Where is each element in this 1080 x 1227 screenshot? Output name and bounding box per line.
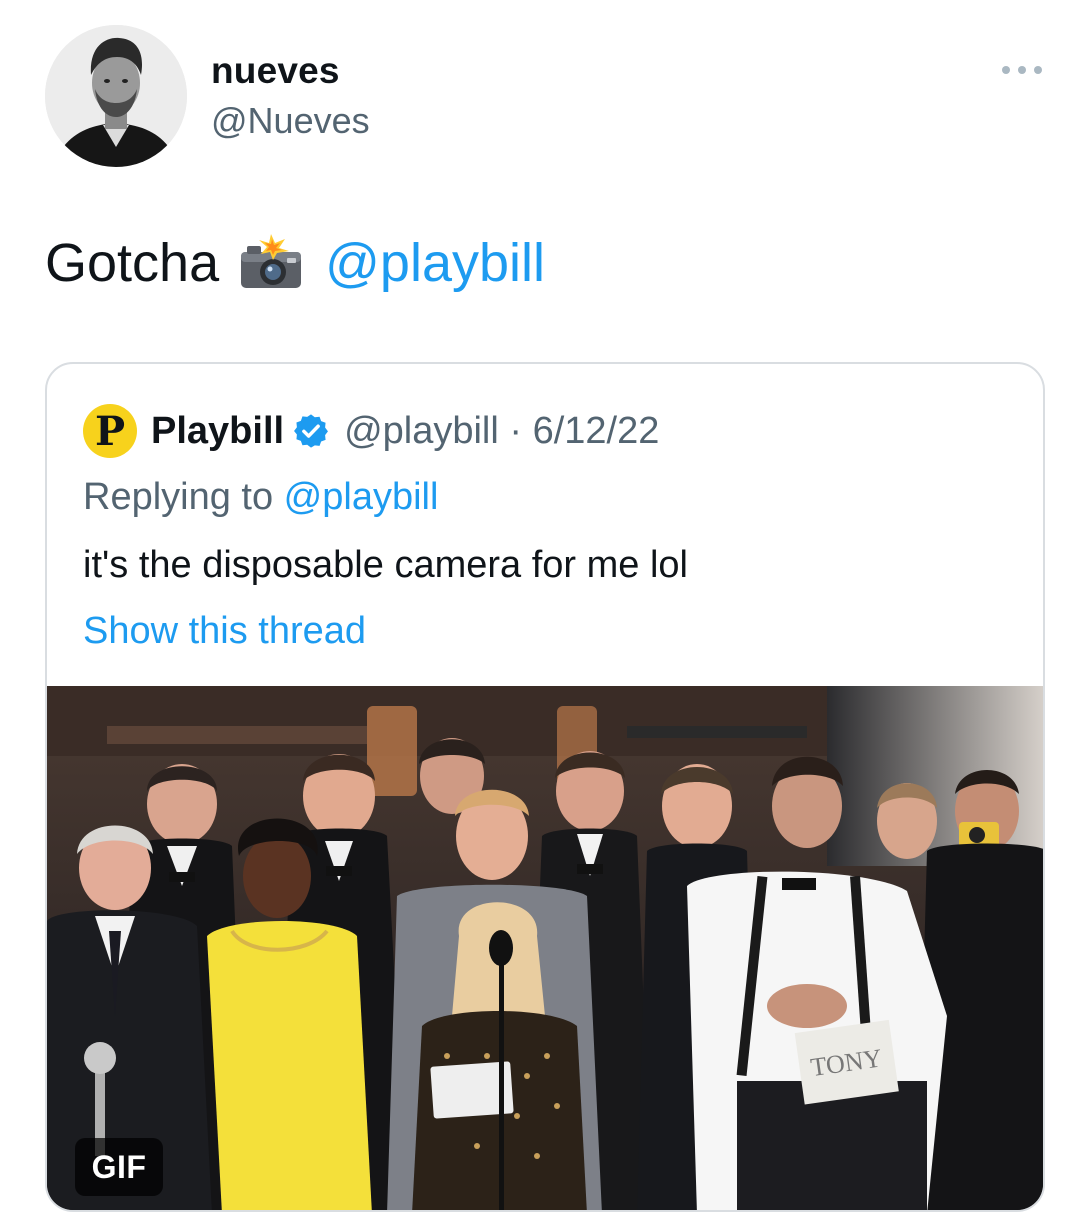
tweet-text-prefix: Gotcha	[45, 233, 220, 293]
profile-photo-icon[interactable]	[45, 25, 187, 167]
replying-prefix: Replying to	[83, 476, 284, 518]
quoted-tweet-card[interactable]: P Playbill @playbill · 6/12/22 Replying …	[45, 362, 1045, 1212]
tweet-text: Gotcha @playbill	[45, 232, 545, 294]
playbill-logo-letter: P	[94, 407, 126, 455]
gif-badge[interactable]: GIF	[75, 1138, 163, 1196]
author-display-name[interactable]: nueves	[211, 50, 340, 92]
tweet-screen: nueves @Nueves Gotcha @playbill P Playbi…	[0, 0, 1080, 1227]
quoted-handle-date: @playbill · 6/12/22	[344, 409, 660, 452]
camera-with-flash-icon	[239, 234, 303, 292]
more-dot	[1034, 66, 1042, 74]
verified-badge-icon	[292, 412, 330, 450]
show-thread-link[interactable]: Show this thread	[83, 610, 366, 653]
more-dot	[1018, 66, 1026, 74]
quoted-author-name[interactable]: Playbill	[151, 410, 284, 453]
quoted-tweet-header: P Playbill @playbill · 6/12/22	[83, 404, 659, 458]
quoted-tweet-gif[interactable]: TONY GIF	[47, 686, 1043, 1210]
quoted-tweet-text: it's the disposable camera for me lol	[83, 544, 688, 586]
replying-mention-link[interactable]: @playbill	[284, 476, 439, 518]
playbill-logo-icon[interactable]: P	[83, 404, 137, 458]
tweet-mention-link[interactable]: @playbill	[325, 232, 545, 294]
gif-frame-image: TONY	[47, 686, 1043, 1210]
author-handle[interactable]: @Nueves	[211, 100, 370, 142]
replying-to-line: Replying to @playbill	[83, 476, 438, 519]
more-dot	[1002, 66, 1010, 74]
more-horizontal-icon[interactable]	[1002, 62, 1042, 78]
